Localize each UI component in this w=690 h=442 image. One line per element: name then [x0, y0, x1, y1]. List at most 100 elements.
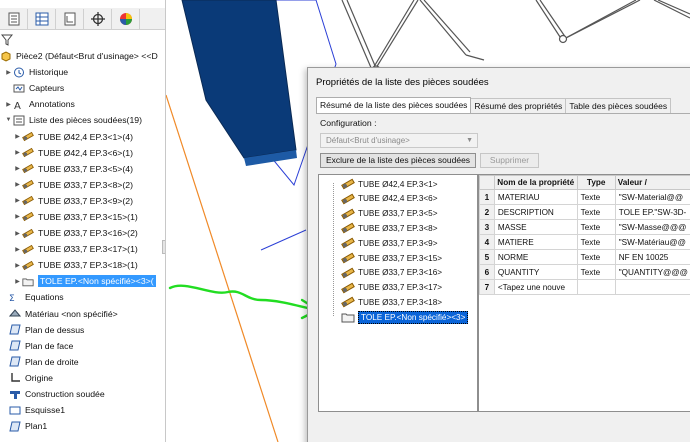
- tree-item[interactable]: Matériau <non spécifié>: [0, 306, 165, 322]
- expand-arrow-icon[interactable]: ▶: [13, 278, 22, 285]
- property-value-cell[interactable]: "SW-Masse@@@: [614, 219, 690, 235]
- tree-root-part[interactable]: Pièce2 (Défaut<Brut d'usinage> <<D: [0, 48, 165, 64]
- dimxpert-tab[interactable]: [84, 8, 112, 29]
- property-type-cell[interactable]: Texte: [576, 249, 616, 265]
- tree-item[interactable]: ▶ TUBE Ø33,7 EP.3<17>(1): [0, 241, 165, 257]
- cut-list-item[interactable]: TUBE Ø33,7 EP.3<16>: [341, 266, 442, 280]
- annotations-icon: A: [13, 99, 25, 110]
- header-value[interactable]: Valeur /: [614, 175, 690, 190]
- property-value-cell[interactable]: "SW-Material@@: [614, 189, 690, 205]
- property-manager-tab[interactable]: [28, 8, 56, 29]
- tree-item[interactable]: ▶ TUBE Ø33,7 EP.3<15>(1): [0, 209, 165, 225]
- tree-item[interactable]: Plan1: [0, 418, 165, 434]
- property-type-cell[interactable]: Texte: [576, 219, 616, 235]
- tree-item[interactable]: Plan de face: [0, 338, 165, 354]
- property-type-cell[interactable]: Texte: [576, 189, 616, 205]
- expand-arrow-icon[interactable]: ▶: [13, 246, 22, 253]
- tree-item[interactable]: ▶ TOLE EP.<Non spécifié><3>(: [0, 273, 165, 289]
- expand-arrow-icon[interactable]: ▶: [13, 133, 22, 140]
- property-name-cell[interactable]: QUANTITY: [493, 264, 578, 280]
- property-row[interactable]: 7 <Tapez une nouve: [479, 279, 690, 295]
- tab-cut-list-summary[interactable]: Résumé de la liste des pièces soudées: [316, 97, 472, 113]
- property-row[interactable]: 5 NORME Texte NF EN 10025: [479, 249, 690, 265]
- cut-list-item[interactable]: TUBE Ø33,7 EP.3<17>: [341, 281, 442, 295]
- property-value-cell[interactable]: "QUANTITY@@@: [614, 264, 690, 280]
- tree-item[interactable]: ▶ A Annotations: [0, 96, 165, 112]
- cut-list-item[interactable]: TUBE Ø42,4 EP.3<6>: [341, 192, 438, 206]
- configuration-manager-tab[interactable]: [56, 8, 84, 29]
- property-type-cell[interactable]: Texte: [576, 264, 616, 280]
- feature-tree: Pièce2 (Défaut<Brut d'usinage> <<D ▶ Hist…: [0, 48, 165, 434]
- property-type-cell[interactable]: [576, 279, 616, 295]
- cut-list-tree: TUBE Ø42,4 EP.3<1> TUBE Ø42,4 EP.3<6> TUBE…: [318, 174, 478, 412]
- cut-list-item[interactable]: TUBE Ø33,7 EP.3<18>: [341, 295, 442, 309]
- cut-list-item[interactable]: TUBE Ø33,7 EP.3<9>: [341, 236, 438, 250]
- tree-item[interactable]: ▶ TUBE Ø42,4 EP.3<1>(4): [0, 128, 165, 144]
- property-name-cell[interactable]: MASSE: [493, 219, 578, 235]
- cut-list-properties-dialog: Propriétés de la liste des pièces soudée…: [307, 67, 690, 442]
- tree-item[interactable]: ▶ TUBE Ø33,7 EP.3<16>(2): [0, 225, 165, 241]
- property-type-cell[interactable]: Texte: [576, 234, 616, 250]
- tree-item[interactable]: ▶ TUBE Ø33,7 EP.3<18>(1): [0, 257, 165, 273]
- property-name-cell[interactable]: DESCRIPTION: [493, 204, 578, 220]
- filter-icon[interactable]: [1, 34, 13, 46]
- property-value-cell[interactable]: NF EN 10025: [614, 249, 690, 265]
- cut-list-item[interactable]: TOLE EP.<Non spécifié><3>: [341, 310, 469, 324]
- tree-item[interactable]: ▶ TUBE Ø33,7 EP.3<9>(2): [0, 193, 165, 209]
- property-value-cell[interactable]: [614, 279, 690, 295]
- tree-item[interactable]: Origine: [0, 370, 165, 386]
- tree-item-label: TUBE Ø42,4 EP.3<6>(1): [38, 147, 133, 158]
- tree-item[interactable]: Esquisse1: [0, 402, 165, 418]
- panel-splitter-handle[interactable]: [162, 240, 165, 254]
- tree-item[interactable]: ▼ Liste des pièces soudées(19): [0, 112, 165, 128]
- property-row[interactable]: 3 MASSE Texte "SW-Masse@@@: [479, 219, 690, 235]
- collapse-arrow-icon[interactable]: ▼: [4, 117, 13, 123]
- tree-item[interactable]: Plan de dessus: [0, 322, 165, 338]
- tree-item[interactable]: Plan de droite: [0, 354, 165, 370]
- expand-arrow-icon[interactable]: ▶: [13, 165, 22, 172]
- tab-properties-summary[interactable]: Résumé des propriétés: [470, 98, 567, 113]
- property-name-cell[interactable]: <Tapez une nouve: [493, 279, 578, 295]
- expand-arrow-icon[interactable]: ▶: [13, 197, 22, 204]
- header-type[interactable]: Type: [576, 175, 616, 190]
- property-name-cell[interactable]: NORME: [493, 249, 578, 265]
- property-grid: Nom de la propriété Type Valeur / 1 MATER…: [478, 174, 690, 412]
- property-row[interactable]: 4 MATIERE Texte "SW-Matériau@@: [479, 234, 690, 250]
- property-row[interactable]: 2 DESCRIPTION Texte TOLE EP."SW-3D-: [479, 204, 690, 220]
- expand-arrow-icon[interactable]: ▶: [13, 230, 22, 237]
- tree-item[interactable]: Construction soudée: [0, 386, 165, 402]
- tree-item[interactable]: ▶ TUBE Ø33,7 EP.3<5>(4): [0, 161, 165, 177]
- header-property-name[interactable]: Nom de la propriété: [493, 175, 578, 190]
- tree-item[interactable]: ▶ Historique: [0, 64, 165, 80]
- property-name-cell[interactable]: MATIERE: [493, 234, 578, 250]
- cut-list-item[interactable]: TUBE Ø42,4 EP.3<1>: [341, 177, 438, 191]
- feature-tree-tab[interactable]: [0, 8, 28, 29]
- tree-item[interactable]: ▶ TUBE Ø42,4 EP.3<6>(1): [0, 145, 165, 161]
- configuration-select[interactable]: Défaut<Brut d'usinage> ▼: [320, 133, 478, 148]
- property-row[interactable]: 6 QUANTITY Texte "QUANTITY@@@: [479, 264, 690, 280]
- expand-arrow-icon[interactable]: ▶: [13, 149, 22, 156]
- tree-item-label: TUBE Ø33,7 EP.3<18>(1): [38, 260, 138, 271]
- cut-list-item[interactable]: TUBE Ø33,7 EP.3<8>: [341, 221, 438, 235]
- expand-arrow-icon[interactable]: ▶: [13, 262, 22, 269]
- cut-list-item[interactable]: TUBE Ø33,7 EP.3<5>: [341, 207, 438, 221]
- tree-item[interactable]: ▶ TUBE Ø33,7 EP.3<8>(2): [0, 177, 165, 193]
- tree-item[interactable]: Capteurs: [0, 80, 165, 96]
- property-type-cell[interactable]: Texte: [576, 204, 616, 220]
- tab-cut-list-table[interactable]: Table des pièces soudées: [565, 98, 672, 113]
- tree-item[interactable]: Σ Equations: [0, 289, 165, 305]
- expand-arrow-icon[interactable]: ▶: [13, 213, 22, 220]
- sheet-folder-icon: [22, 276, 34, 287]
- property-name-cell[interactable]: MATERIAU: [493, 189, 578, 205]
- property-row[interactable]: 1 MATERIAU Texte "SW-Material@@: [479, 189, 690, 205]
- display-manager-tab[interactable]: [112, 8, 140, 29]
- expand-arrow-icon[interactable]: ▶: [13, 181, 22, 188]
- expand-arrow-icon[interactable]: ▶: [4, 69, 13, 76]
- weldment-body-icon: [22, 147, 34, 158]
- exclude-from-cut-list-button[interactable]: Exclure de la liste des pièces soudées: [320, 153, 476, 168]
- cut-list-item[interactable]: TUBE Ø33,7 EP.3<15>: [341, 251, 442, 265]
- property-value-cell[interactable]: "SW-Matériau@@: [614, 234, 690, 250]
- property-value-cell[interactable]: TOLE EP."SW-3D-: [614, 204, 690, 220]
- expand-arrow-icon[interactable]: ▶: [4, 101, 13, 108]
- delete-button[interactable]: Supprimer: [480, 153, 539, 168]
